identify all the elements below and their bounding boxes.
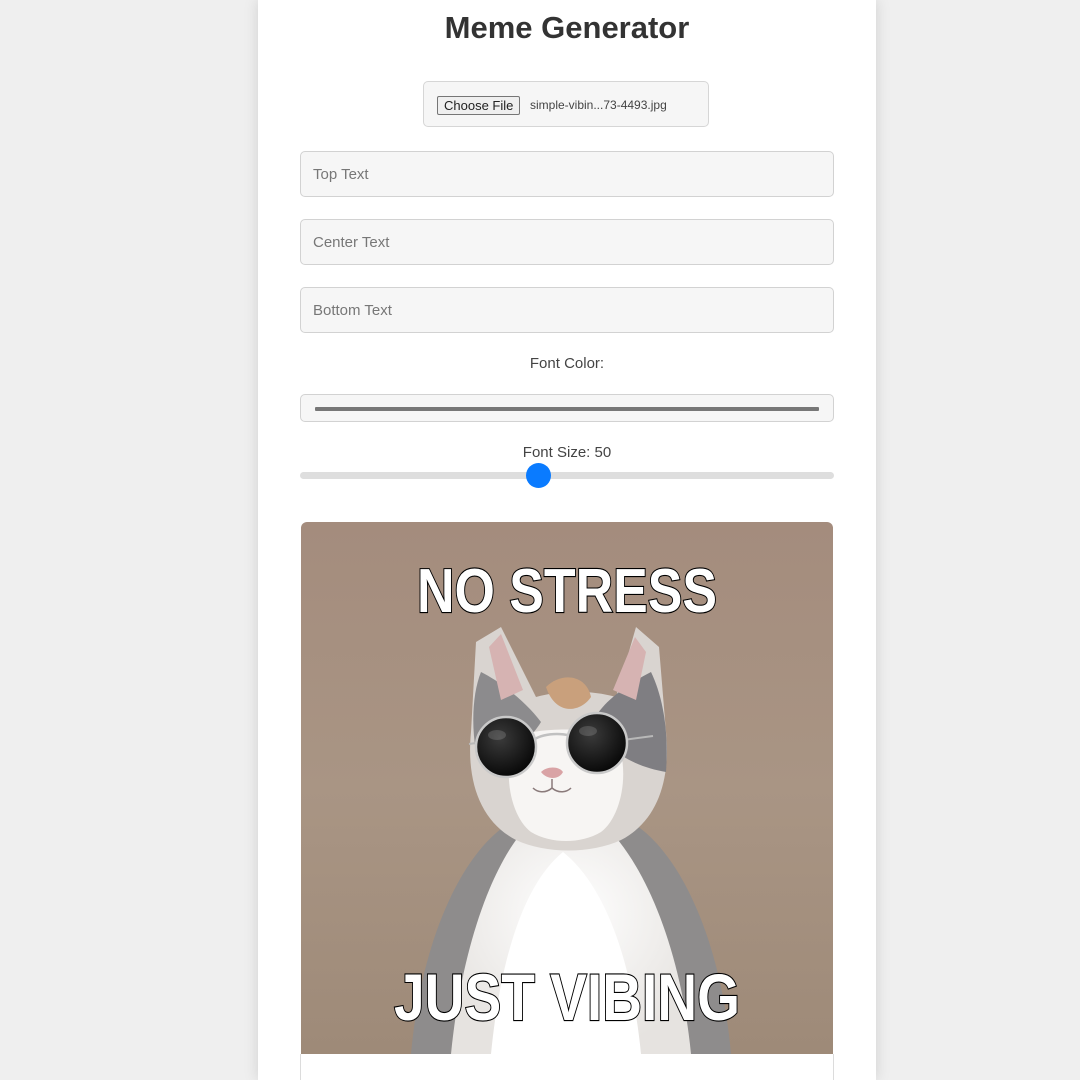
center-text-input[interactable] [300, 219, 834, 265]
meme-preview: NO STRESS JUST VIBING [301, 522, 833, 1054]
meme-bottom-caption: JUST VIBING [394, 960, 740, 1034]
font-size-label: Font Size: 50 [522, 444, 612, 461]
meme-preview-frame-bottom [300, 1054, 834, 1080]
selected-file-name: simple-vibin...73-4493.jpg [530, 98, 667, 112]
meme-top-caption: NO STRESS [417, 557, 717, 626]
font-size-slider-track[interactable] [300, 472, 834, 479]
meme-generator-card: Meme Generator Choose File simple-vibin.… [258, 0, 876, 1080]
meme-image: NO STRESS JUST VIBING [301, 522, 833, 1054]
choose-file-button[interactable]: Choose File [437, 96, 521, 115]
page-title: Meme Generator [444, 10, 690, 45]
font-size-slider-thumb[interactable] [526, 463, 552, 488]
font-color-picker[interactable] [300, 394, 834, 422]
bottom-text-input[interactable] [300, 287, 834, 333]
top-text-input[interactable] [300, 151, 834, 197]
font-color-label: Font Color: [529, 355, 605, 372]
file-upload-field[interactable]: Choose File simple-vibin...73-4493.jpg [423, 81, 709, 127]
font-color-swatch [315, 407, 819, 411]
